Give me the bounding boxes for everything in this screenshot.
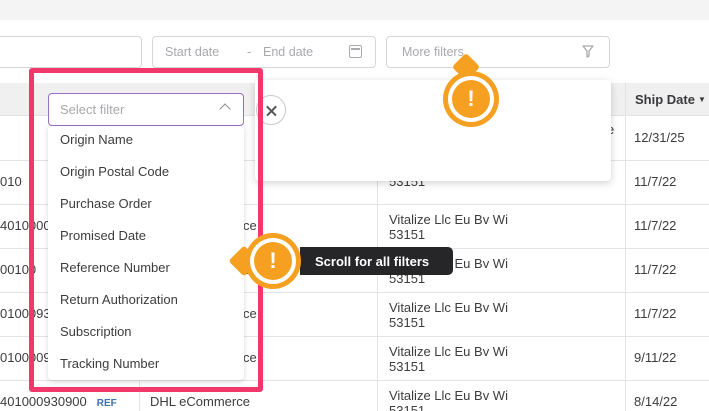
recipient-address: Vitalize Llc Eu Bv Wi53151 (389, 300, 508, 330)
shipment-id-text: 010 (0, 174, 22, 189)
cell-divider (377, 336, 378, 381)
recipient-line2: 53151 (389, 403, 426, 411)
funnel-icon (582, 45, 594, 61)
cell-divider (625, 336, 626, 381)
recipient-line2: 53151 (389, 315, 426, 330)
recipient-address: Vitalize Llc Eu Bv Wi53151 (389, 388, 508, 411)
recipient-line1: Vitalize Llc Eu Bv Wi (389, 300, 508, 315)
filter-option[interactable]: Origin Postal Code (60, 164, 169, 179)
filter-option[interactable]: Promised Date (60, 228, 146, 243)
select-filter-placeholder: Select filter (60, 102, 125, 117)
exclamation-icon: ! (254, 242, 292, 280)
ref-badge[interactable]: REF (97, 398, 117, 409)
start-date-placeholder: Start date (165, 45, 220, 59)
ship-date: 8/14/22 (634, 394, 678, 409)
ship-date: 9/11/22 (634, 350, 677, 365)
filter-option[interactable]: Subscription (60, 324, 132, 339)
cell-divider (625, 292, 626, 337)
recipient-line1: Vitalize Llc Eu Bv Wi (389, 212, 508, 227)
filter-option[interactable]: Return Authorization (60, 292, 178, 307)
calendar-icon[interactable] (349, 45, 362, 58)
shipment-id-text: 401000930900 (0, 394, 87, 409)
cell-divider (377, 380, 378, 411)
filter-option[interactable]: Purchase Order (60, 196, 152, 211)
cell-divider (625, 204, 626, 249)
recipient-line1: Vitalize Llc Eu Bv Wi (389, 344, 508, 359)
ship-date: 12/31/25 (634, 130, 685, 145)
search-input[interactable] (0, 36, 142, 68)
cell-divider (377, 292, 378, 337)
cell-divider (625, 116, 626, 161)
ship-date: 11/7/22 (634, 306, 677, 321)
scroll-tooltip: Scroll for all filters (300, 247, 453, 275)
recipient-address: Vitalize Llc Eu Bv Wi53151 (389, 212, 508, 242)
filter-flyout-panel (255, 80, 611, 181)
cell-divider (625, 160, 626, 205)
shipment-id: 010 (0, 174, 22, 189)
cell-divider (625, 380, 626, 411)
cell-divider (377, 204, 378, 249)
more-filters-label: More filters (402, 45, 464, 59)
select-filter-dropdown[interactable]: Select filter (48, 93, 244, 126)
recipient-line1: Vitalize Llc Eu Bv Wi (389, 388, 508, 403)
ship-date: 11/7/22 (634, 174, 677, 189)
filter-option[interactable]: Origin Name (60, 132, 133, 147)
sort-caret-icon: ▼ (697, 95, 706, 104)
recipient-line2: 53151 (389, 359, 426, 374)
recipient-address: Vitalize Llc Eu Bv Wi53151 (389, 344, 508, 374)
ship-date: 11/7/22 (634, 218, 677, 233)
date-separator: - (247, 45, 252, 59)
shipment-id: 401000930900 REF (0, 394, 117, 409)
carrier-name: DHL eCommerce (150, 394, 250, 409)
filter-options-list[interactable]: Origin Name Origin Postal Code Purchase … (48, 126, 244, 380)
filter-option[interactable]: Tracking Number (60, 356, 159, 371)
recipient-line2: 53151 (389, 227, 426, 242)
exclamation-icon: ! (452, 80, 490, 118)
chevron-up-icon (219, 103, 231, 115)
top-bar (0, 0, 709, 20)
date-range-picker[interactable]: Start date - End date (152, 36, 376, 68)
ship-date-header-label: Ship Date (635, 92, 695, 107)
ship-date-column-header[interactable]: Ship Date ▼ (625, 83, 709, 116)
filter-option[interactable]: Reference Number (60, 260, 170, 275)
more-filters-button[interactable]: More filters (386, 36, 610, 68)
ship-date: 11/7/22 (634, 262, 677, 277)
end-date-placeholder: End date (263, 45, 314, 59)
cell-divider (625, 248, 626, 293)
